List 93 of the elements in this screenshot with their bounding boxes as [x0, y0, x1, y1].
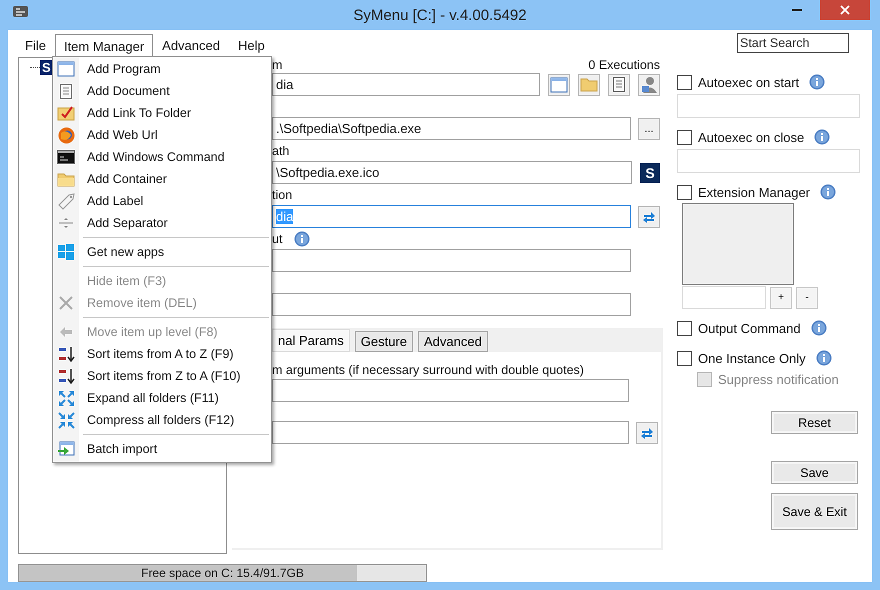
menu-item[interactable]: Add Separator	[53, 212, 271, 234]
toolbar-button[interactable]	[608, 74, 630, 96]
menu-item[interactable]: Add Document	[53, 80, 271, 102]
user-icon	[641, 76, 657, 94]
tab[interactable]: Gesture	[354, 331, 413, 352]
window-icon	[550, 76, 568, 92]
info-icon[interactable]	[814, 129, 830, 145]
info-icon[interactable]	[810, 320, 827, 336]
window-icon	[57, 61, 75, 77]
tab[interactable]: nal Params	[272, 329, 350, 352]
input-field[interactable]	[272, 249, 631, 272]
toolbar-button[interactable]	[548, 74, 570, 96]
field-label: m	[272, 58, 282, 72]
checkbox[interactable]	[677, 184, 692, 200]
search-field[interactable]: Start Search	[737, 33, 849, 53]
folder-icon	[580, 77, 598, 92]
field-label: ath	[272, 144, 290, 158]
info-icon[interactable]	[294, 230, 310, 246]
menu-bar-item[interactable]: Item Manager	[54, 34, 154, 58]
info-icon[interactable]	[820, 184, 836, 200]
refresh-button[interactable]	[636, 422, 658, 444]
tab[interactable]: Advanced	[418, 331, 488, 352]
expand-icon	[58, 390, 74, 406]
small-button[interactable]: -	[796, 286, 818, 308]
checkbox[interactable]	[677, 320, 692, 336]
windows-logo-icon	[58, 244, 74, 260]
cross-icon	[59, 296, 73, 310]
menu-item[interactable]: Get new apps	[53, 241, 271, 263]
globe-icon	[58, 126, 74, 144]
checked-folder-icon	[57, 105, 75, 121]
menu-bar-item[interactable]: File	[16, 34, 55, 56]
menu-item[interactable]: Expand all folders (F11)	[53, 387, 271, 409]
tree-item[interactable]: S	[40, 60, 53, 75]
document-icon	[612, 76, 626, 93]
checkbox[interactable]	[677, 350, 692, 366]
menu-item[interactable]: Add Windows Command	[53, 146, 271, 168]
menu-bar-item[interactable]: Advanced	[153, 34, 229, 56]
menu-item[interactable]: Add Label	[53, 190, 271, 212]
left-arrow-icon	[60, 327, 72, 337]
document-icon	[59, 82, 73, 100]
checkbox-label: Autoexec on start	[698, 74, 800, 90]
disk-space-text: Free space on C: 15.4/91.7GB	[141, 566, 304, 580]
action-button[interactable]: Reset	[771, 411, 858, 434]
action-button[interactable]: Save	[771, 461, 858, 484]
menu-item[interactable]: Add Link To Folder	[53, 102, 271, 124]
extension-list[interactable]	[682, 203, 794, 285]
menu-item[interactable]: Add Container	[53, 168, 271, 190]
input-field[interactable]	[272, 293, 631, 316]
info-icon[interactable]	[809, 74, 826, 90]
small-button[interactable]: +	[770, 286, 792, 308]
browse-button[interactable]: ...	[638, 118, 660, 140]
checkbox-label: Autoexec on close	[698, 130, 804, 144]
checkbox-label: Extension Manager	[698, 184, 810, 200]
checkbox[interactable]	[677, 74, 692, 90]
app-icon-button[interactable]: S	[640, 162, 660, 182]
field-label: tion	[272, 188, 292, 202]
info-icon[interactable]	[816, 350, 832, 366]
app-logo-icon	[12, 4, 29, 20]
menu-item[interactable]: Sort items from Z to A (F10)	[53, 365, 271, 387]
sort-down-icon	[58, 346, 74, 362]
toolbar-button[interactable]	[578, 74, 600, 96]
input-field[interactable]: .\Softpedia\Softpedia.exe	[272, 117, 631, 140]
input-field[interactable]: dia	[272, 73, 540, 96]
checkbox[interactable]	[677, 130, 692, 144]
toolbar-button[interactable]	[638, 74, 660, 96]
close-icon	[840, 5, 850, 15]
checkbox-label: Output Command	[698, 320, 801, 336]
menu-item[interactable]: Add Web Url	[53, 124, 271, 146]
menu-item[interactable]: Batch import	[53, 438, 271, 460]
import-icon	[57, 441, 75, 457]
input-field[interactable]: \Softpedia.exe.ico	[272, 161, 632, 184]
menu-item[interactable]: Add Program	[53, 58, 271, 80]
menu-item[interactable]: Sort items from A to Z (F9)	[53, 343, 271, 365]
separator-icon	[58, 217, 74, 229]
minimize-icon	[792, 9, 802, 11]
field-label: ut	[272, 232, 282, 246]
action-button[interactable]: Save & Exit	[771, 493, 858, 530]
checkbox-label: Suppress notification	[718, 372, 839, 386]
executions-count: 0 Executions	[588, 58, 660, 72]
sort-down-icon	[58, 368, 74, 384]
refresh-button[interactable]	[638, 206, 660, 228]
folder-icon	[57, 172, 75, 186]
checkbox-label: One Instance Only	[698, 350, 806, 366]
input-field[interactable]	[272, 379, 629, 402]
input-field[interactable]	[272, 421, 629, 444]
menu-bar-item[interactable]: Help	[228, 34, 274, 56]
window-title: SyMenu [C:] - v.4.00.5492	[353, 6, 527, 24]
console-icon	[57, 150, 75, 164]
menu-item[interactable]: Compress all folders (F12)	[53, 409, 271, 431]
tag-icon	[58, 192, 74, 210]
compress-icon	[58, 412, 74, 428]
field-label: m arguments (if necessary surround with double quotes)	[272, 362, 584, 376]
close-button[interactable]	[820, 0, 870, 20]
